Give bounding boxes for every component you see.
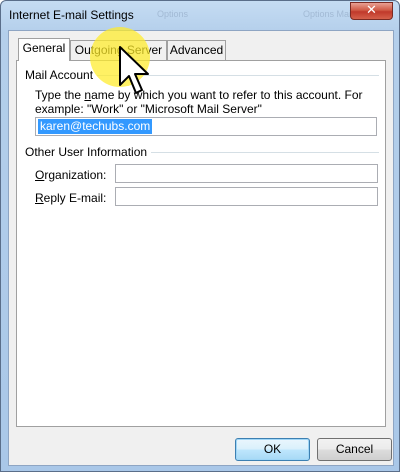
dialog-client-area: General Outgoing Server Advanced Mail Ac…	[8, 30, 394, 466]
tab-advanced-label: Advanced	[169, 43, 224, 57]
title-bar[interactable]: Internet E-mail Settings Options Options…	[1, 1, 399, 31]
general-tab-panel: Mail Account Type the name by which you …	[16, 60, 386, 427]
ghost-text-1: Options	[157, 9, 189, 19]
organization-label: Organization:	[35, 168, 107, 182]
other-user-info-heading: Other User Information	[25, 145, 152, 159]
account-name-value: karen@techubs.com	[38, 119, 153, 134]
ghost-text-2: Options Mail	[303, 9, 354, 19]
tab-advanced[interactable]: Advanced	[167, 40, 226, 60]
reply-email-label: Reply E-mail:	[35, 191, 107, 205]
reply-email-input[interactable]	[115, 187, 378, 206]
account-name-input[interactable]: karen@techubs.com	[35, 117, 377, 136]
ok-button[interactable]: OK	[235, 438, 310, 461]
tab-general[interactable]: General	[18, 38, 70, 61]
mail-account-heading: Mail Account	[25, 68, 98, 82]
background-ghost-text: Options Options Mail	[153, 5, 373, 23]
cancel-button[interactable]: Cancel	[317, 438, 392, 461]
close-button[interactable]: ✕	[350, 2, 393, 20]
pointer-arrow-icon	[119, 46, 149, 94]
tab-general-label: General	[22, 41, 66, 55]
account-description: Type the name by which you want to refer…	[35, 88, 363, 116]
close-icon: ✕	[366, 3, 377, 18]
dialog-window: Internet E-mail Settings Options Options…	[0, 0, 400, 472]
window-title: Internet E-mail Settings	[9, 8, 134, 22]
organization-input[interactable]	[115, 164, 378, 183]
